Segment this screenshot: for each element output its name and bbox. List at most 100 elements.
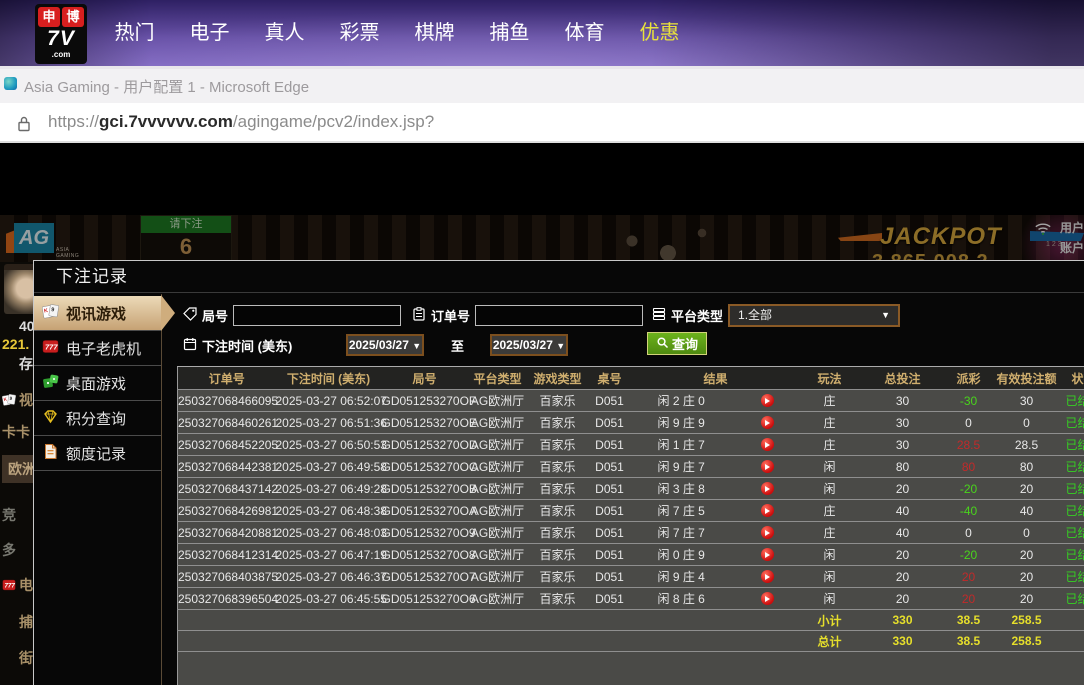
cell-payout: 28.5 — [946, 434, 992, 456]
lobby-left-item-10: 捕鱼王 — [2, 612, 33, 632]
sidebar-tab-2[interactable]: 777电子老虎机 — [34, 331, 161, 366]
sidebar-tab-1[interactable]: K9 视讯游戏 — [34, 296, 161, 331]
sidebar-tab-4[interactable]: 积分查询 — [34, 401, 161, 436]
bet-records-table: 订单号下注时间 (美东)局号平台类型游戏类型桌号结果玩法总投注派彩有效投注额状态… — [177, 366, 1084, 685]
cell-order: 250327068437142 — [178, 478, 276, 500]
result-text: 闲 0 庄 9 — [658, 546, 705, 563]
cell-round: GD051253270O9 — [382, 522, 468, 544]
subtotal-total-bet: 330 — [860, 610, 946, 631]
cell-platform: AG欧洲厅 — [468, 588, 528, 610]
cell-round: GD051253270OA — [382, 500, 468, 522]
cell-valid-bet: 40 — [992, 500, 1062, 522]
cell-method: 闲 — [800, 566, 860, 588]
chevron-down-icon: ▼ — [556, 341, 565, 351]
order-filter: 订单号 — [412, 305, 643, 326]
cell-valid-bet: 30 — [992, 390, 1062, 412]
cell-time: 2025-03-27 06:48:38 — [276, 500, 382, 522]
nav-item-8[interactable]: 优惠 — [622, 0, 697, 66]
cell-total-bet: 20 — [860, 544, 946, 566]
nav-item-6[interactable]: 捕鱼 — [472, 0, 547, 66]
logo-com: .com — [37, 51, 85, 59]
play-video-icon[interactable] — [761, 394, 774, 407]
tag-icon — [183, 307, 197, 324]
play-video-icon[interactable] — [761, 548, 774, 561]
sidebar-tab-label: 额度记录 — [66, 443, 126, 464]
table-row-2: 2503270684602612025-03-27 06:51:36GD0512… — [178, 412, 1084, 434]
round-input[interactable] — [233, 305, 401, 326]
column-header-7: 结果 — [632, 367, 800, 390]
platform-list-icon — [652, 307, 666, 324]
lock-icon[interactable] — [17, 115, 31, 137]
sidebar-tab-3[interactable]: 桌面游戏 — [34, 366, 161, 401]
cell-round: GD051253270OD — [382, 434, 468, 456]
cell-time: 2025-03-27 06:52:07 — [276, 390, 382, 412]
cell-time: 2025-03-27 06:46:37 — [276, 566, 382, 588]
cell-order: 250327068420881 — [178, 522, 276, 544]
cell-game: 百家乐 — [528, 434, 588, 456]
cell-total-bet: 30 — [860, 434, 946, 456]
nav-item-1[interactable]: 热门 — [97, 0, 172, 66]
sidebar-tab-label: 电子老虎机 — [66, 338, 141, 359]
play-video-icon[interactable] — [761, 482, 774, 495]
cell-result: 闲 0 庄 9 — [632, 544, 800, 566]
cell-round: GD051253270O8 — [382, 544, 468, 566]
table-header-row: 订单号下注时间 (美东)局号平台类型游戏类型桌号结果玩法总投注派彩有效投注额状态 — [178, 367, 1084, 390]
lobby-left-label: 存款 — [19, 354, 33, 374]
subtotal-row: 小计33038.5258.5 — [178, 610, 1084, 631]
cell-table: D051 — [588, 544, 632, 566]
result-text: 闲 7 庄 5 — [658, 502, 705, 519]
play-video-icon[interactable] — [761, 570, 774, 583]
platform-select[interactable]: 1.全部 ▼ — [728, 304, 900, 327]
play-video-icon[interactable] — [761, 416, 774, 429]
panel-title: 下注记录 — [34, 261, 1084, 293]
date-to-dropdown[interactable]: 2025/03/27 ▼ — [490, 334, 568, 356]
cell-method: 庄 — [800, 500, 860, 522]
grand-total-status — [1062, 631, 1084, 652]
cards-icon: K9 — [42, 303, 59, 324]
cell-valid-bet: 20 — [992, 544, 1062, 566]
cell-round: GD051253270OB — [382, 478, 468, 500]
order-input[interactable] — [475, 305, 643, 326]
sidebar-tab-label: 视讯游戏 — [66, 303, 126, 324]
column-header-3: 局号 — [382, 367, 468, 390]
play-video-icon[interactable] — [761, 438, 774, 451]
cell-total-bet: 40 — [860, 522, 946, 544]
document-icon — [42, 443, 59, 464]
nav-item-4[interactable]: 彩票 — [322, 0, 397, 66]
cell-status: 已结算 — [1062, 478, 1084, 500]
coin-icon — [2, 319, 16, 333]
cell-payout: 80 — [946, 456, 992, 478]
play-video-icon[interactable] — [761, 504, 774, 517]
lobby-left-item-8: 多 — [2, 540, 16, 560]
cell-platform: AG欧洲厅 — [468, 456, 528, 478]
black-band — [0, 143, 1084, 215]
browser-url-bar[interactable]: https://gci.7vvvvvv.com/agingame/pcv2/in… — [0, 103, 1084, 143]
grand-total-payout: 38.5 — [946, 631, 992, 652]
cell-time: 2025-03-27 06:48:03 — [276, 522, 382, 544]
lobby-background: AG ASIA GAMING 请下注 6 JACKPOT 3,865,008.2… — [0, 215, 1084, 262]
cell-valid-bet: 0 — [992, 522, 1062, 544]
lobby-left-label: 221. — [2, 336, 29, 352]
site-logo[interactable]: 申 博 7V .com — [35, 4, 87, 64]
cell-result: 闲 9 庄 9 — [632, 412, 800, 434]
cell-round: GD051253270OC — [382, 456, 468, 478]
result-text: 闲 7 庄 7 — [658, 524, 705, 541]
bet-records-panel: 下注记录 K9视讯游戏777电子老虎机桌面游戏积分查询额度记录 局号 订单号 平… — [33, 260, 1084, 685]
query-button[interactable]: 查询 — [647, 332, 707, 355]
url-text[interactable]: https://gci.7vvvvvv.com/agingame/pcv2/in… — [48, 112, 434, 132]
column-header-5: 游戏类型 — [528, 367, 588, 390]
date-from-dropdown[interactable]: 2025/03/27 ▼ — [346, 334, 424, 356]
play-video-icon[interactable] — [761, 460, 774, 473]
lobby-left-label: 竞 — [2, 505, 16, 525]
sidebar-tab-5[interactable]: 额度记录 — [34, 436, 161, 471]
cell-platform: AG欧洲厅 — [468, 434, 528, 456]
nav-item-5[interactable]: 棋牌 — [397, 0, 472, 66]
url-domain: gci.7vvvvvv.com — [99, 112, 233, 131]
nav-item-7[interactable]: 体育 — [547, 0, 622, 66]
nav-item-2[interactable]: 电子 — [172, 0, 247, 66]
nav-item-3[interactable]: 真人 — [247, 0, 322, 66]
play-video-icon[interactable] — [761, 592, 774, 605]
play-video-icon[interactable] — [761, 526, 774, 539]
subtotal-valid-bet: 258.5 — [992, 610, 1062, 631]
cell-status: 已结算 — [1062, 500, 1084, 522]
